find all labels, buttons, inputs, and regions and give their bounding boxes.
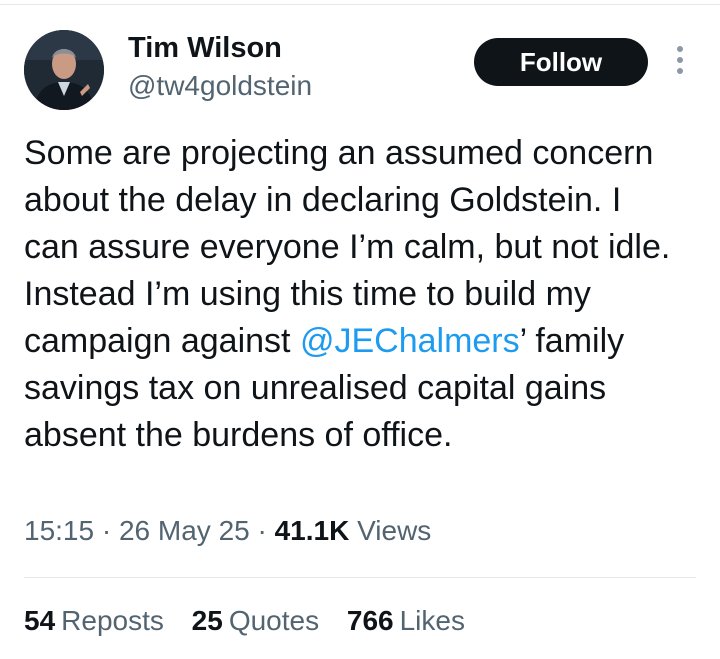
mention-link[interactable]: @JEChalmers [300, 322, 520, 360]
reposts-stat[interactable]: 54 Reposts [24, 605, 164, 637]
stats-divider [24, 577, 696, 578]
tweet-text: Some are projecting an assumed concern a… [24, 130, 684, 459]
views-count: 41.1K [274, 515, 350, 546]
more-vertical-icon[interactable] [668, 46, 692, 80]
profile-photo-icon [24, 30, 104, 110]
quotes-stat[interactable]: 25 Quotes [192, 605, 319, 637]
author-handle[interactable]: @tw4goldstein [128, 70, 312, 102]
more-dot [677, 68, 683, 74]
reposts-label: Reposts [61, 605, 164, 636]
quotes-label: Quotes [228, 605, 320, 636]
author-name[interactable]: Tim Wilson [128, 32, 282, 65]
engagement-stats: 54 Reposts 25 Quotes 766 Likes [24, 605, 485, 637]
top-divider [0, 0, 720, 5]
quotes-count: 25 [191, 605, 223, 636]
tweet-time[interactable]: 15:15 [24, 515, 94, 546]
avatar[interactable] [24, 30, 104, 110]
likes-stat[interactable]: 766 Likes [347, 605, 465, 637]
tweet-meta: 15:15 · 26 May 25 · 41.1K Views [24, 515, 431, 547]
views-label: Views [357, 515, 432, 546]
likes-label: Likes [399, 605, 465, 636]
meta-separator: · [257, 515, 267, 546]
more-dot [677, 46, 683, 52]
more-dot [677, 57, 683, 63]
tweet-date[interactable]: 26 May 25 [119, 515, 250, 546]
reposts-count: 54 [24, 605, 56, 636]
meta-separator: · [101, 515, 112, 546]
likes-count: 766 [346, 605, 394, 636]
follow-button[interactable]: Follow [474, 38, 648, 86]
